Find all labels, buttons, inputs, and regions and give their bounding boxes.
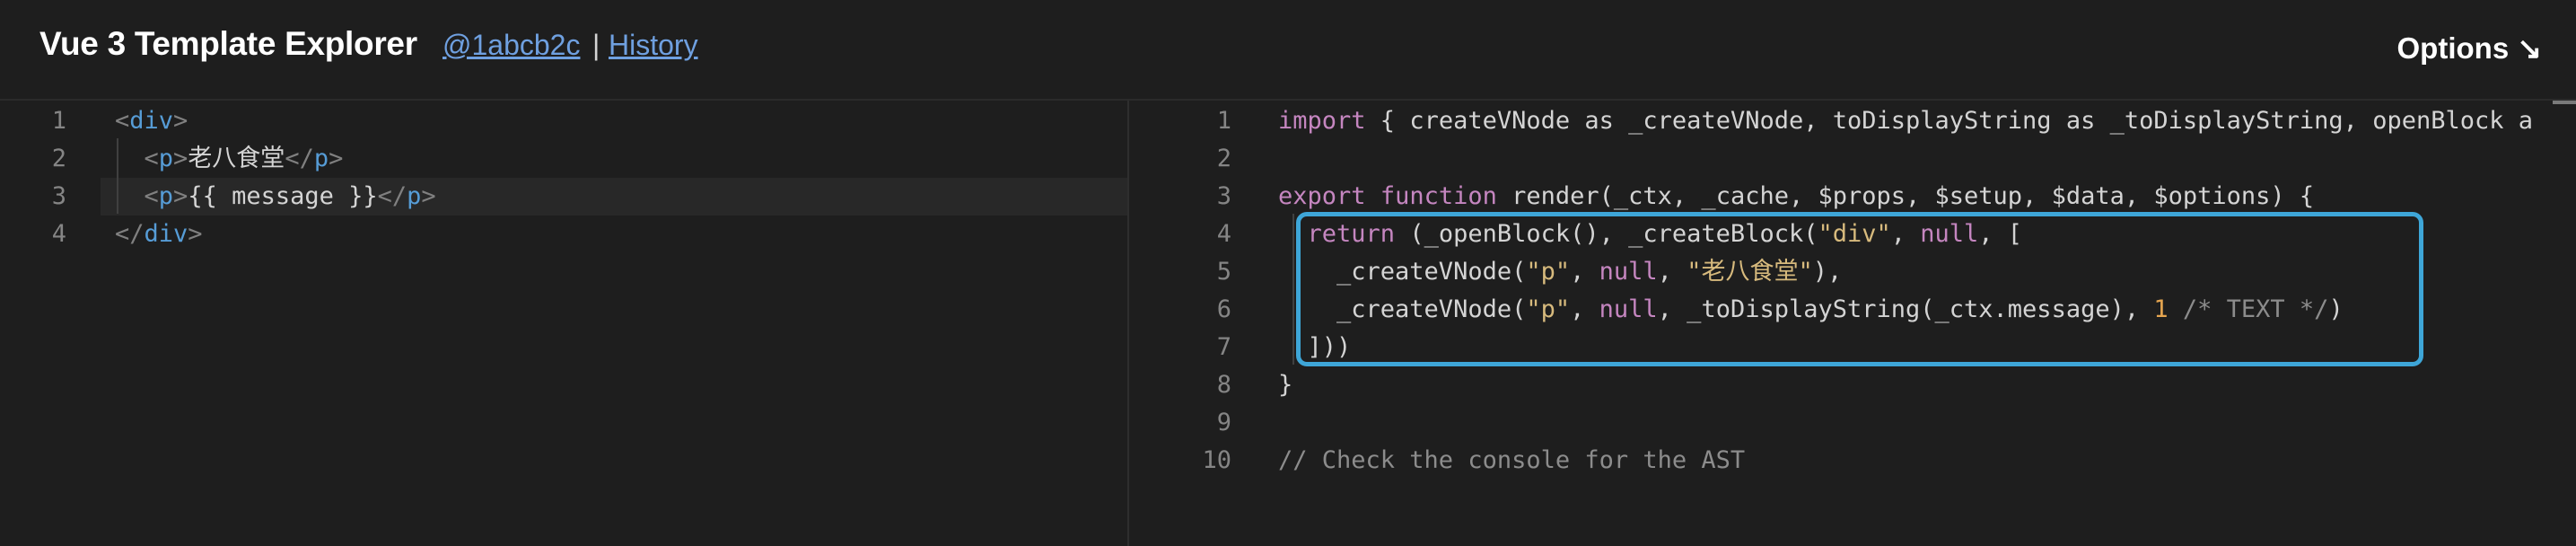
code-token: < [144,145,159,172]
options-button[interactable]: Options ↘ [2397,31,2542,65]
code-token: div [144,220,188,248]
code-line[interactable]: </div> [115,216,203,253]
code-token: > [173,107,188,135]
code-token: </ [285,145,314,172]
code-token: _createVNode, toDisplayString [1613,107,2066,135]
code-token: function [1380,182,1497,210]
code-line[interactable]: <p>{{ message }}</p> [115,178,436,216]
code-token: p [158,145,174,172]
code-token: > [329,145,344,172]
code-token: > [188,220,203,248]
link-separator: | [592,29,600,61]
code-token: > [421,182,436,210]
code-token: < [115,107,130,135]
code-line[interactable]: // Check the console for the AST [1278,442,1745,480]
code-token: as [2065,107,2096,135]
line-number: 2 [51,145,66,172]
code-token: {{ message }} [188,182,378,210]
line-number: 5 [1216,258,1231,286]
code-token: p [407,182,422,210]
code-token: div [129,107,174,135]
code-token: } [1278,371,1293,399]
code-token: < [144,182,159,210]
line-number: 2 [1216,145,1231,172]
template-editor[interactable]: 1234 <div> <p>老八食堂</p> <p>{{ message }}<… [0,101,1129,546]
return-block-highlight-box [1296,212,2423,366]
code-token: a [2518,107,2534,135]
line-number: 3 [1216,182,1231,210]
code-token: </ [115,220,145,248]
code-token: 老八食堂 [188,145,285,172]
code-token: import [1278,107,1366,135]
code-token: export [1278,182,1366,210]
code-token: as [1584,107,1614,135]
output-editor[interactable]: 1 2 3 4 5 6 7 8 9 10 import { createVNode as _cre… [1129,101,2576,546]
scrollbar-marker[interactable] [2553,101,2576,104]
code-token: render(_ctx, _cache, $props, $setup, $da… [1496,182,2315,210]
line-number: 1 [1216,107,1231,135]
line-number: 4 [51,220,66,248]
code-token: _toDisplayString, openBlock [2095,107,2519,135]
line-number: 7 [1216,333,1231,361]
line-number: 10 [1202,446,1231,474]
commit-link[interactable]: @1abcb2c [442,29,580,62]
line-number: 1 [51,107,66,135]
code-token: </ [377,182,407,210]
history-link[interactable]: History [609,29,698,62]
line-number: 4 [1216,220,1231,248]
code-line[interactable]: export function render(_ctx, _cache, $pr… [1278,178,2314,216]
code-line[interactable]: <p>老八食堂</p> [115,140,344,178]
code-token: // Check the console for the AST [1278,446,1746,474]
code-token: p [313,145,329,172]
code-line[interactable]: import { createVNode as _createVNode, to… [1278,102,2533,140]
line-number: 8 [1216,371,1231,399]
line-number: 9 [1216,409,1231,436]
line-number: 6 [1216,295,1231,323]
code-line[interactable]: } [1278,366,1292,404]
app-header: Vue 3 Template Explorer @1abcb2c | Histo… [0,0,2576,101]
code-token: p [158,182,174,210]
line-number: 3 [51,182,66,210]
code-token: > [173,145,188,172]
code-token: > [173,182,188,210]
app-title: Vue 3 Template Explorer [39,25,417,62]
code-token: { createVNode [1365,107,1585,135]
code-line[interactable]: <div> [115,102,188,140]
